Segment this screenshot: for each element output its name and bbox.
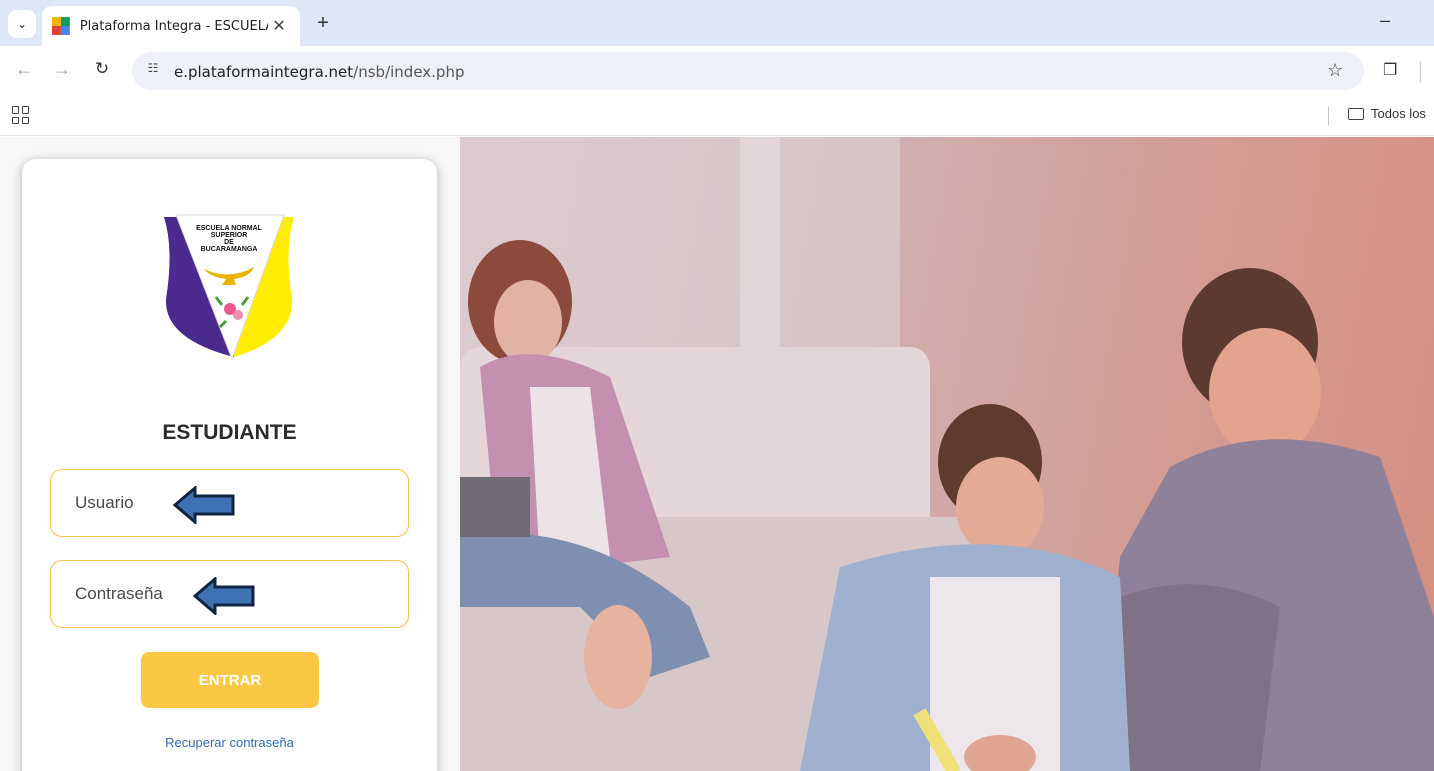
minimize-icon[interactable]: –	[1380, 10, 1390, 31]
browser-tab[interactable]: Plataforma Integra - ESCUELA N ✕	[42, 6, 300, 46]
crest-text-line: SUPERIOR	[210, 232, 248, 239]
arrow-left-icon	[173, 486, 235, 524]
enter-button[interactable]: ENTRAR	[141, 652, 319, 708]
url-path: /nsb/index.php	[353, 63, 465, 81]
username-field[interactable]	[50, 469, 409, 537]
bookmark-folder[interactable]: Todos los	[1348, 106, 1426, 121]
bookmarks-bar: Todos los	[0, 96, 1434, 136]
new-tab-button[interactable]: +	[312, 12, 334, 35]
school-crest-logo: ESCUELA NORMAL SUPERIOR DE BUCARAMANGA	[156, 209, 302, 363]
password-field[interactable]	[50, 560, 409, 628]
crest-text-line: ESCUELA NORMAL	[196, 225, 262, 232]
bookmarks-divider	[1328, 106, 1329, 126]
apps-grid-icon[interactable]	[12, 106, 30, 124]
arrow-left-icon	[193, 577, 255, 615]
browser-toolbar: ← → ↻ ☷ e.plataformaintegra.net/nsb/inde…	[0, 46, 1434, 96]
address-bar[interactable]: ☷ e.plataformaintegra.net/nsb/index.php	[132, 52, 1364, 90]
url-host: e.plataformaintegra.net	[174, 63, 354, 81]
role-title: ESTUDIANTE	[162, 421, 297, 444]
crest-text-line: DE	[224, 239, 234, 246]
toolbar-divider	[1420, 62, 1421, 82]
url-text[interactable]: e.plataformaintegra.net/nsb/index.php	[174, 63, 464, 81]
back-arrow-icon[interactable]: ←	[12, 59, 36, 80]
extensions-icon[interactable]: ❐	[1383, 60, 1397, 80]
tab-title: Plataforma Integra - ESCUELA N	[79, 18, 269, 34]
star-icon[interactable]: ☆	[1327, 60, 1343, 81]
recover-password-link[interactable]: Recuperar contraseña	[22, 735, 437, 750]
tab-strip: ⌄ Plataforma Integra - ESCUELA N ✕ + –	[0, 0, 1434, 46]
crest-text-line: BUCARAMANGA	[200, 246, 258, 253]
login-card: ESCUELA NORMAL SUPERIOR DE BUCARAMANGA E…	[22, 159, 437, 771]
family-photo-illustration	[460, 137, 1434, 771]
page-content: ESCUELA NORMAL SUPERIOR DE BUCARAMANGA E…	[0, 137, 1434, 771]
forward-arrow-icon[interactable]: →	[50, 59, 74, 80]
family-photo	[460, 137, 1434, 771]
tab-search-icon[interactable]: ⌄	[8, 10, 36, 38]
reload-icon[interactable]: ↻	[90, 59, 114, 79]
favicon-icon	[52, 17, 70, 35]
bookmark-folder-label: Todos los	[1371, 106, 1426, 121]
close-icon[interactable]: ✕	[268, 16, 290, 36]
site-info-icon[interactable]: ☷	[142, 61, 164, 81]
folder-icon	[1348, 107, 1364, 120]
